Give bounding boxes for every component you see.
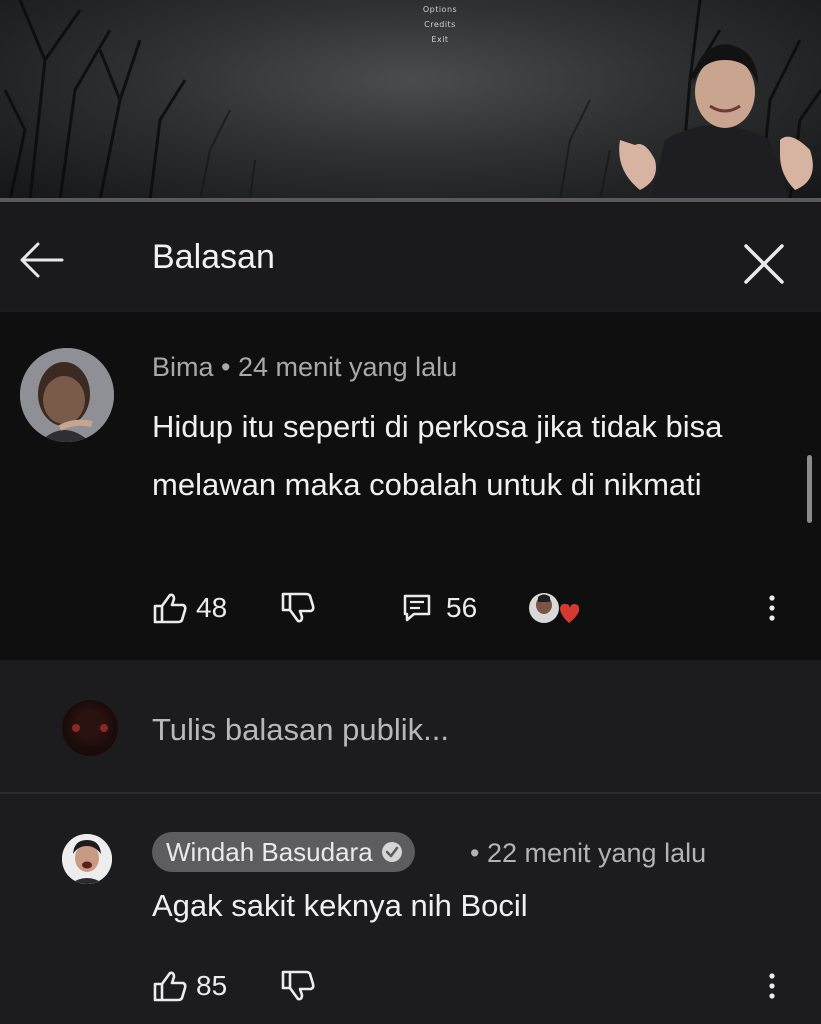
creator-heart-icon [529,593,580,623]
replies-header: Balasan [0,202,821,310]
menu-line-options: Options [422,5,458,14]
more-options-button[interactable] [766,588,778,628]
creator-heart [526,588,582,628]
reply-meta: • 22 menit yang lalu [470,838,706,869]
dislike-button[interactable] [280,966,316,1006]
reply-actions: 85 [152,966,792,1006]
more-options-button[interactable] [766,966,778,1006]
close-icon [744,244,784,284]
comment-icon [403,594,431,622]
creator-name-chip[interactable]: Windah Basudara [152,832,415,872]
avatar[interactable] [62,834,112,884]
like-count: 85 [196,970,228,1001]
video-player[interactable]: Options Credits Exit [0,0,821,200]
thumbs-up-icon [153,593,187,624]
dislike-button[interactable] [280,588,316,628]
meta-separator: • [470,838,487,868]
reply-comment: Windah Basudara • 22 menit yang lalu Aga… [0,794,821,1024]
like-count: 48 [196,592,228,623]
game-menu-text: Options Credits Exit [400,2,480,47]
comment-actions: 48 56 [152,588,792,628]
like-button[interactable]: 85 [152,966,227,1006]
close-button[interactable] [740,240,788,288]
user-avatar-image [20,348,114,442]
verified-check-icon [381,842,402,862]
reply-input[interactable]: Tulis balasan publik... [152,712,449,748]
avatar[interactable] [20,348,114,442]
user-avatar-image [70,709,110,756]
back-button[interactable] [18,240,64,280]
reply-count-button[interactable]: 56 [402,588,477,628]
thumbs-down-icon [281,592,315,623]
reply-time: 22 menit yang lalu [486,838,707,868]
comment-meta: Bima • 24 menit yang lalu [152,352,457,383]
user-avatar-image [62,834,112,884]
scrollbar[interactable] [807,455,812,523]
thumbs-down-icon [281,970,315,1001]
comment-author[interactable]: Bima [152,352,214,382]
meta-separator: • [213,352,238,382]
more-vertical-icon [769,595,775,621]
comment-text: Hidup itu seperti di perkosa jika tidak … [152,409,723,502]
reply-count: 56 [446,592,478,623]
reply-text: Agak sakit keknya nih Bocil [152,888,528,923]
arrow-left-icon [20,242,64,278]
page-title: Balasan [152,238,275,276]
comment-time: 24 menit yang lalu [237,352,458,382]
more-vertical-icon [769,973,775,999]
reply-input-row: Tulis balasan publik... [0,662,821,792]
thumbs-up-icon [153,971,187,1002]
reply-author: Windah Basudara [166,836,373,867]
streamer-webcam [619,44,813,200]
parent-comment: Bima • 24 menit yang lalu Hidup itu sepe… [0,312,821,660]
like-button[interactable]: 48 [152,588,227,628]
menu-line-credits: Credits [424,20,456,29]
menu-line-exit: Exit [431,35,449,44]
current-user-avatar [62,700,118,756]
